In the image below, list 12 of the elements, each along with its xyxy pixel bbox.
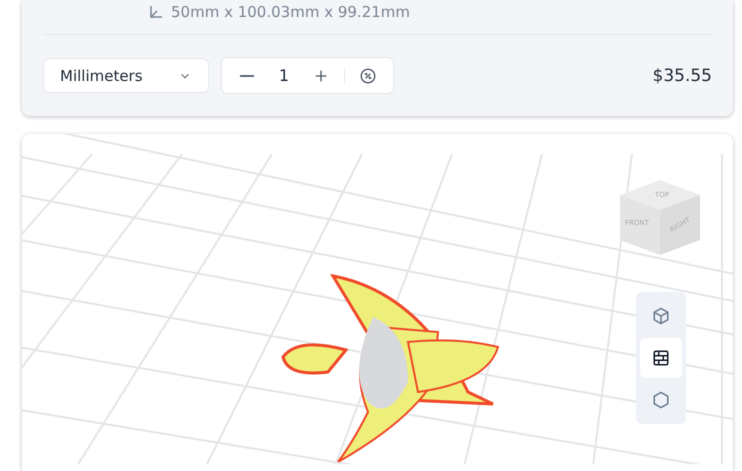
discount-badge-icon bbox=[359, 66, 377, 84]
quantity-value: 1 bbox=[278, 66, 290, 85]
view-mode-button[interactable] bbox=[640, 338, 682, 378]
unit-select[interactable]: Millimeters bbox=[43, 58, 209, 93]
plus-icon bbox=[313, 68, 329, 84]
grid-icon bbox=[652, 349, 670, 367]
price-text: $35.55 bbox=[652, 66, 712, 86]
cube-icon bbox=[652, 307, 670, 325]
dimensions-icon bbox=[149, 5, 163, 19]
hexagon-icon bbox=[652, 391, 670, 409]
dimensions-text: 50mm x 100.03mm x 99.21mm bbox=[171, 3, 410, 21]
minus-icon bbox=[240, 74, 254, 76]
